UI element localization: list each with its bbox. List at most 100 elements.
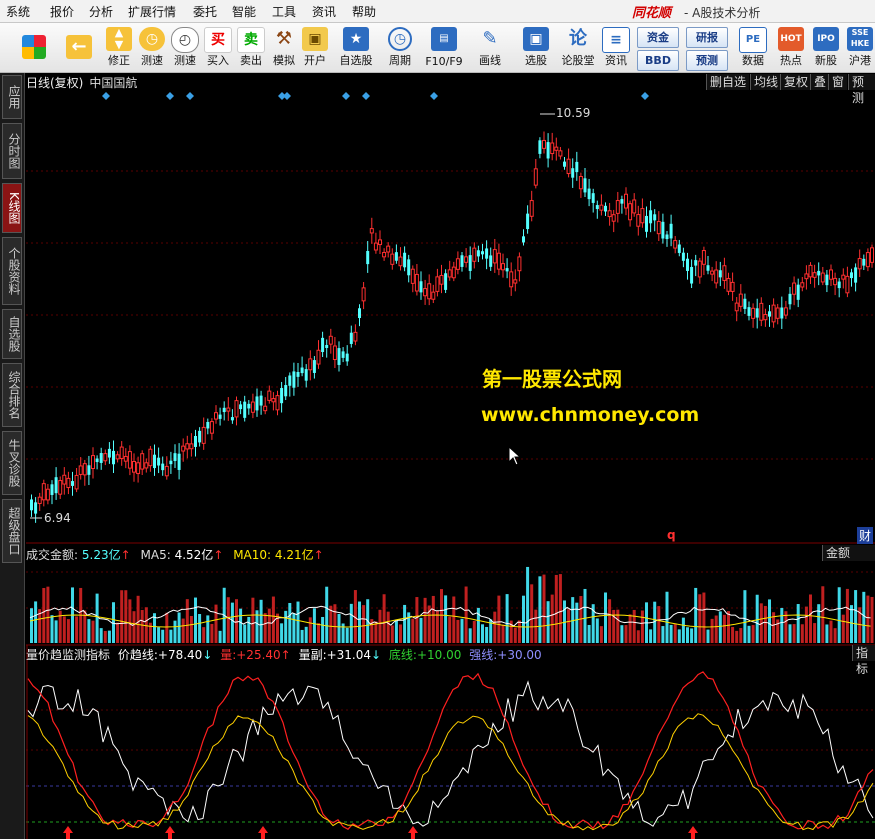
candle-body [198,430,202,443]
volume-bar [202,627,206,643]
candle-body [119,446,124,459]
candle-body [468,255,472,271]
volume-bar [624,625,628,643]
volume-bar [214,604,218,643]
volume-bar [620,625,624,643]
indicator-strong-label: 强线: [469,648,498,662]
candle-body [738,293,743,307]
volume-bar [550,594,554,643]
candle-body [34,502,38,514]
candle-body [768,311,771,317]
candle-body [115,454,120,460]
finance-marker[interactable]: 财 [857,527,874,544]
volume-bar [386,611,390,643]
volume-bar [341,623,345,643]
candle-body [173,453,177,462]
volume-bar [226,597,230,643]
volume-bar [472,620,476,643]
candle-body [690,266,694,284]
candle-body [808,264,813,278]
indicator-select-button[interactable]: 指标 [852,645,875,676]
volume-bar [522,595,525,643]
candle-body [771,304,776,323]
candle-body [686,258,689,271]
candle-body [730,281,735,292]
volume-bar [538,576,542,643]
volume-bar [247,616,251,643]
candle-body [636,214,641,227]
candle-body [701,250,706,265]
buy-arrow [165,826,175,839]
volume-bar [394,620,398,643]
candle-body [451,266,456,279]
volume-amount-button[interactable]: 金额 [822,545,875,561]
volume-bar [107,630,111,643]
volume-bar [62,616,66,643]
candle-body [611,214,616,222]
volume-bar [866,595,870,643]
candle-body [58,480,63,495]
candle-body [489,255,493,267]
volume-bar [526,566,530,643]
volume-bar [727,611,730,643]
volume-bar [75,616,79,643]
candle-body [533,168,538,186]
buy-arrow [408,826,418,839]
volume-bar [731,626,735,643]
signal-diamond [362,92,370,100]
candle-body [796,284,800,300]
volume-bar [796,604,800,643]
volume-bar [157,627,161,643]
volume-bar [304,626,308,643]
candle-body [841,274,846,280]
candle-body [140,453,145,470]
volume-bar [809,594,812,643]
volume-bar [751,625,755,643]
volume-bar [497,595,501,643]
candle-body [563,161,566,167]
volume-bar [456,619,460,643]
volume-bar [599,626,603,643]
candle-body [743,298,747,309]
volume-bar [440,589,443,643]
candle-body [669,223,673,239]
candle-body [37,496,42,504]
volume-bar [804,606,808,643]
volume-bar [657,606,661,643]
candle-body [485,248,489,259]
kline-chart[interactable] [0,0,875,839]
candle-body [234,400,239,418]
volume-bar [739,628,743,643]
volume-bar [403,604,407,643]
candle-body [300,367,304,374]
candle-body [481,251,484,255]
volume-bar [230,602,234,643]
candle-body [177,453,181,470]
candle-body [792,282,797,295]
candle-body [817,270,821,276]
candle-body [763,314,768,321]
volume-bar [722,614,726,643]
candle-body [91,455,95,469]
candle-body [710,270,715,275]
volume-bar [817,604,821,643]
candle-body [325,344,329,349]
volume-bar [189,615,193,643]
candle-body [722,265,727,281]
volume-line [27,671,874,830]
volume-bar [198,614,202,643]
volume-bar [608,599,612,643]
candle-body [284,385,288,397]
volume-bar [558,574,562,643]
candle-body [837,281,841,289]
volume-bar [702,592,706,643]
candle-body [103,453,108,462]
candle-body [845,275,850,294]
candle-body [275,395,280,411]
volume-bar [587,624,591,643]
candle-body [665,234,669,240]
watermark-title: 第一股票公式网 [482,367,622,391]
candle-body [394,252,398,261]
candle-body [620,199,624,204]
volume-bar [267,608,271,643]
